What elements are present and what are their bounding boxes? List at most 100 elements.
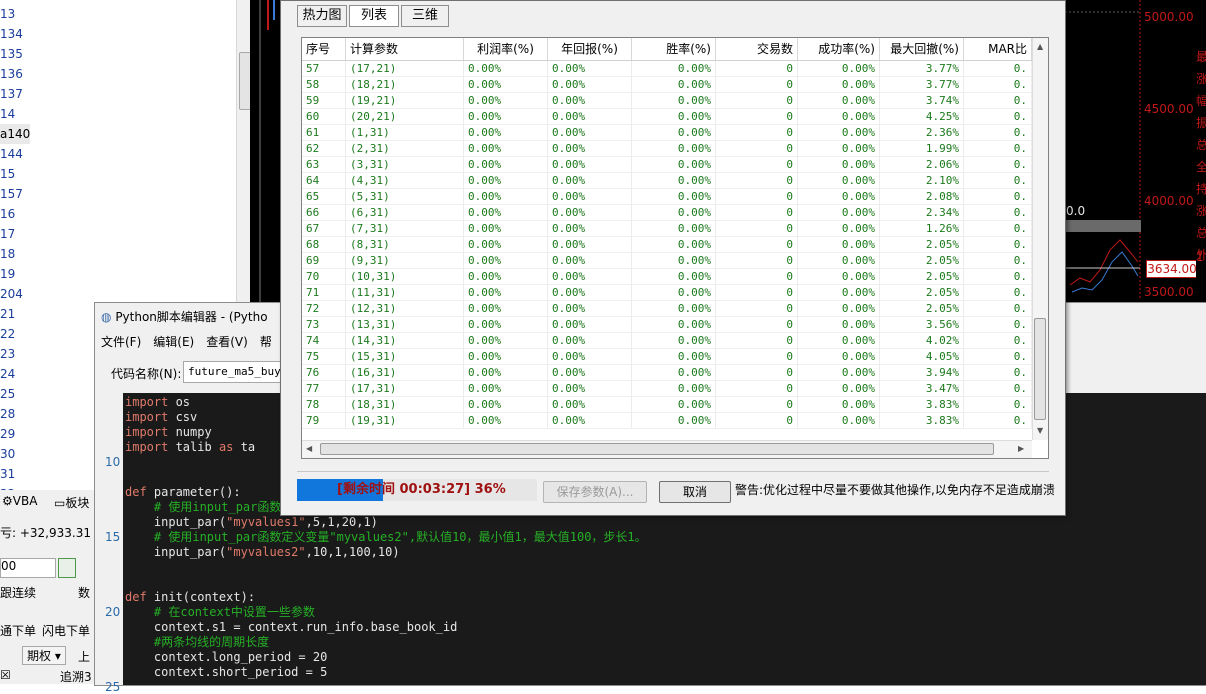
column-header[interactable]: 利润率(%) <box>464 38 548 60</box>
table-cell: 65 <box>302 189 346 205</box>
list-item[interactable]: 136 <box>0 64 23 84</box>
list-item[interactable]: 30 <box>0 444 15 464</box>
cancel-button[interactable]: 取消 <box>659 481 731 503</box>
table-cell: 0.00% <box>548 77 632 93</box>
table-cell: 0.00% <box>632 61 716 77</box>
code-token: import <box>125 410 169 424</box>
scroll-down-icon[interactable]: ▼ <box>1037 426 1043 435</box>
table-cell: 0. <box>964 157 1032 173</box>
amount-input[interactable]: 00 <box>0 558 56 578</box>
table-row[interactable]: 58 (18,21) 0.00% 0.00% 0.00% 0 0.00% 3.77% 0. <box>302 77 1032 93</box>
horizontal-scroll-thumb[interactable] <box>320 443 994 455</box>
code-token: import <box>125 425 169 439</box>
menu-item[interactable]: 编辑(E) <box>153 335 194 349</box>
menu-item[interactable]: 文件(F) <box>101 335 141 349</box>
list-item[interactable]: 28 <box>0 404 15 424</box>
table-row[interactable]: 63 (3,31) 0.00% 0.00% 0.00% 0 0.00% 2.06% 0. <box>302 157 1032 173</box>
horizontal-scrollbar[interactable]: ◀ ▶ <box>302 440 1032 458</box>
list-item[interactable]: 144 <box>0 144 23 164</box>
table-row[interactable]: 77 (17,31) 0.00% 0.00% 0.00% 0 0.00% 3.47% 0. <box>302 381 1032 397</box>
column-header[interactable]: 年回报(%) <box>548 38 632 60</box>
list-item[interactable]: 157 <box>0 184 23 204</box>
list-item[interactable]: 17 <box>0 224 15 244</box>
menu-item[interactable]: 帮 <box>260 335 272 349</box>
list-item[interactable]: 18 <box>0 244 15 264</box>
list-item[interactable]: 31 <box>0 464 15 484</box>
table-cell: 0.00% <box>464 397 548 413</box>
table-row[interactable]: 62 (2,31) 0.00% 0.00% 0.00% 0 0.00% 1.99% 0. <box>302 141 1032 157</box>
list-item[interactable]: 25 <box>0 384 15 404</box>
table-row[interactable]: 60 (20,21) 0.00% 0.00% 0.00% 0 0.00% 4.25% 0. <box>302 109 1032 125</box>
table-row[interactable]: 69 (9,31) 0.00% 0.00% 0.00% 0 0.00% 2.05% 0. <box>302 253 1032 269</box>
code-token: init(context): <box>146 590 256 604</box>
table-cell: 3.56% <box>880 317 964 333</box>
tab-heatmap[interactable]: 热力图 <box>297 5 347 27</box>
tab-board[interactable]: ▭板块 <box>54 494 89 511</box>
list-item[interactable]: 16 <box>0 204 15 224</box>
list-item[interactable]: 23 <box>0 344 15 364</box>
scroll-up-icon[interactable]: ▲ <box>1037 42 1043 51</box>
menu-item[interactable]: 查看(V) <box>206 335 248 349</box>
list-item[interactable]: 21 <box>0 304 15 324</box>
tab-flash-order[interactable]: 闪电下单 <box>42 622 90 639</box>
vertical-scroll-thumb[interactable] <box>1034 318 1046 420</box>
table-row[interactable]: 66 (6,31) 0.00% 0.00% 0.00% 0 0.00% 2.34% 0. <box>302 205 1032 221</box>
column-header[interactable]: MAR比 <box>964 38 1032 60</box>
editor-menubar: 文件(F) 编辑(E) 查看(V) 帮 <box>101 333 284 351</box>
list-item[interactable]: 24 <box>0 364 15 384</box>
list-item[interactable]: a140 <box>0 124 30 144</box>
lock-icon[interactable] <box>58 558 76 578</box>
list-item[interactable]: 22 <box>0 324 15 344</box>
options-select[interactable]: 期权 ▾ <box>22 646 66 665</box>
table-row[interactable]: 67 (7,31) 0.00% 0.00% 0.00% 0 0.00% 1.26% 0. <box>302 221 1032 237</box>
column-header[interactable]: 序号 <box>302 38 346 60</box>
table-row[interactable]: 59 (19,21) 0.00% 0.00% 0.00% 0 0.00% 3.74% 0. <box>302 93 1032 109</box>
table-cell: (12,31) <box>346 301 464 317</box>
list-item[interactable]: 137 <box>0 84 23 104</box>
vertical-scrollbar[interactable]: ▲ ▼ <box>1032 38 1048 440</box>
column-header[interactable]: 成功率(%) <box>798 38 880 60</box>
table-row[interactable]: 71 (11,31) 0.00% 0.00% 0.00% 0 0.00% 2.05% 0. <box>302 285 1032 301</box>
list-item[interactable]: 19 <box>0 264 15 284</box>
scroll-right-icon[interactable]: ▶ <box>1018 444 1024 453</box>
side-stat-number: 1 <box>1196 250 1204 264</box>
list-item[interactable]: 29 <box>0 424 15 444</box>
column-header[interactable]: 最大回撤(%) <box>880 38 964 60</box>
list-item[interactable]: 135 <box>0 44 23 64</box>
table-cell: 0. <box>964 77 1032 93</box>
table-row[interactable]: 75 (15,31) 0.00% 0.00% 0.00% 0 0.00% 4.05% 0. <box>302 349 1032 365</box>
list-item[interactable]: 13 <box>0 4 15 24</box>
tab-3d[interactable]: 三维 <box>401 5 449 27</box>
column-header[interactable]: 胜率(%) <box>632 38 716 60</box>
list-item[interactable]: 204 <box>0 284 23 304</box>
tab-vba[interactable]: ⚙VBA <box>2 494 37 508</box>
list-item[interactable]: 134 <box>0 24 23 44</box>
table-cell: 0.00% <box>548 157 632 173</box>
scroll-left-icon[interactable]: ◀ <box>306 444 312 453</box>
list-item[interactable]: 15 <box>0 164 15 184</box>
code-name-input[interactable]: future_ma5_buy <box>183 361 281 383</box>
table-row[interactable]: 68 (8,31) 0.00% 0.00% 0.00% 0 0.00% 2.05% 0. <box>302 237 1032 253</box>
table-row[interactable]: 64 (4,31) 0.00% 0.00% 0.00% 0 0.00% 2.10% 0. <box>302 173 1032 189</box>
table-row[interactable]: 73 (13,31) 0.00% 0.00% 0.00% 0 0.00% 3.56% 0. <box>302 317 1032 333</box>
table-row[interactable]: 65 (5,31) 0.00% 0.00% 0.00% 0 0.00% 2.08% 0. <box>302 189 1032 205</box>
tab-order[interactable]: 通下单 <box>0 622 36 639</box>
save-params-button[interactable]: 保存参数(A)... <box>543 481 647 503</box>
tab-list[interactable]: 列表 <box>349 5 399 27</box>
table-cell: 0. <box>964 189 1032 205</box>
table-row[interactable]: 72 (12,31) 0.00% 0.00% 0.00% 0 0.00% 2.05% 0. <box>302 301 1032 317</box>
column-header[interactable]: 计算参数 <box>346 38 464 60</box>
table-row[interactable]: 76 (16,31) 0.00% 0.00% 0.00% 0 0.00% 3.94% 0. <box>302 365 1032 381</box>
table-row[interactable]: 61 (1,31) 0.00% 0.00% 0.00% 0 0.00% 2.36% 0. <box>302 125 1032 141</box>
column-header[interactable]: 交易数 <box>716 38 798 60</box>
table-row[interactable]: 78 (18,31) 0.00% 0.00% 0.00% 0 0.00% 3.83% 0. <box>302 397 1032 413</box>
list-item[interactable]: 14 <box>0 104 15 124</box>
table-cell: 0.00% <box>632 397 716 413</box>
table-row[interactable]: 57 (17,21) 0.00% 0.00% 0.00% 0 0.00% 3.77% 0. <box>302 61 1032 77</box>
close-icon[interactable]: ☒ <box>0 668 11 682</box>
table-cell: 2.08% <box>880 189 964 205</box>
table-row[interactable]: 74 (14,31) 0.00% 0.00% 0.00% 0 0.00% 4.02% 0. <box>302 333 1032 349</box>
table-cell: 0.00% <box>798 221 880 237</box>
table-row[interactable]: 79 (19,31) 0.00% 0.00% 0.00% 0 0.00% 3.83% 0. <box>302 413 1032 429</box>
table-row[interactable]: 70 (10,31) 0.00% 0.00% 0.00% 0 0.00% 2.05% 0. <box>302 269 1032 285</box>
